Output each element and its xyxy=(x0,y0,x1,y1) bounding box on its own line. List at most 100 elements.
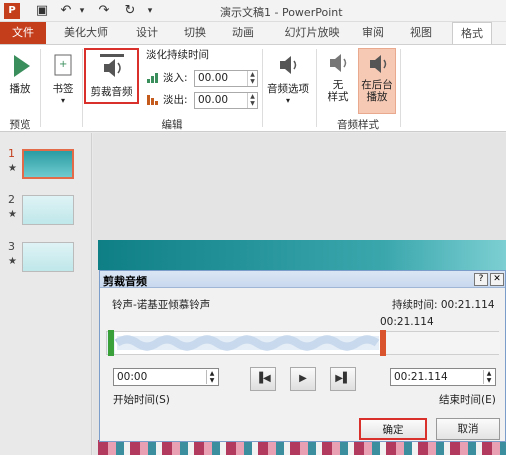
fade-in-icon xyxy=(147,73,158,83)
play-icon xyxy=(14,55,30,77)
slide-number: 2 xyxy=(8,193,15,206)
fade-out-spinner-icon[interactable]: ▲ ▼ xyxy=(247,93,257,108)
play-in-background-icon xyxy=(370,55,387,73)
audio-options-icon xyxy=(280,56,297,74)
trim-audio-dialog: 剪裁音频 ? ✕ 铃声-诺基亚倾慕铃声 持续时间: 00:21.114 00:2… xyxy=(99,270,506,442)
duration-label: 持续时间: 00:21.114 xyxy=(392,299,495,311)
previous-frame-button[interactable]: ▐◀ xyxy=(250,367,276,391)
audio-styles-group-label: 音频样式 xyxy=(337,119,379,131)
ribbon-tabs: 文件 美化大师 设计 切换 动画 幻灯片放映 审阅 视图 格式 xyxy=(0,22,506,45)
ok-button[interactable]: 确定 xyxy=(359,418,427,440)
audio-waveform[interactable] xyxy=(106,330,500,356)
bookmark-dropdown-icon: ▾ xyxy=(60,96,65,105)
cancel-button[interactable]: 取消 xyxy=(436,418,500,440)
audio-options-dropdown-icon: ▾ xyxy=(285,96,290,105)
save-icon[interactable]: ▣ xyxy=(34,3,50,19)
next-frame-button[interactable]: ▶▌ xyxy=(330,367,356,391)
svg-text:+: + xyxy=(59,59,67,70)
tab-format[interactable]: 格式 xyxy=(452,22,492,45)
slide-header-graphic xyxy=(98,240,506,270)
play-label: 播放 xyxy=(9,83,31,95)
waveform-graphic xyxy=(107,332,500,354)
slide-footer-graphic xyxy=(98,440,506,455)
no-style-button[interactable]: 无 样式 xyxy=(320,49,356,113)
end-time-label: 结束时间(E) xyxy=(439,394,496,406)
audio-options-button[interactable]: 音频选项 ▾ xyxy=(264,51,312,113)
slide-animation-icon: ★ xyxy=(8,209,17,220)
help-button[interactable]: ? xyxy=(474,273,488,286)
fade-in-spinner-icon[interactable]: ▲ ▼ xyxy=(247,71,257,86)
ribbon: 播放 预览 + 书签 ▾ 剪裁音频 淡化持续时间 淡入: 00.00 ▲ ▼ 淡出… xyxy=(0,44,506,132)
play-audio-button[interactable]: ▶ xyxy=(290,367,316,391)
fade-in-input[interactable]: 00.00 ▲ ▼ xyxy=(194,70,258,87)
window-title: 演示文稿1 - PowerPoint xyxy=(220,6,343,19)
slide-animation-icon: ★ xyxy=(8,256,17,267)
group-separator xyxy=(40,49,41,127)
close-button[interactable]: ✕ xyxy=(490,273,504,286)
tab-review[interactable]: 审阅 xyxy=(358,22,388,44)
end-time-spinner-icon[interactable]: ▲ ▼ xyxy=(483,370,494,384)
slide-number: 3 xyxy=(8,240,15,253)
fade-out-value: 00.00 xyxy=(198,94,229,106)
bookmark-button[interactable]: + 书签 ▾ xyxy=(46,51,80,113)
no-style-label: 无 样式 xyxy=(327,79,349,103)
start-time-label: 开始时间(S) xyxy=(113,394,170,406)
fade-in-value: 00.00 xyxy=(198,72,229,84)
fade-out-icon xyxy=(147,95,158,105)
end-marker-time: 00:21.114 xyxy=(380,316,434,328)
slide-thumbnails-panel: 1 ★ 2 ★ 3 ★ xyxy=(0,133,92,455)
no-style-icon xyxy=(330,54,347,72)
play-button[interactable] xyxy=(6,53,34,79)
tab-slideshow[interactable]: 幻灯片放映 xyxy=(280,22,344,44)
end-time-input[interactable]: 00:21.114 ▲ ▼ xyxy=(390,368,496,386)
slide-thumbnail[interactable] xyxy=(22,195,74,225)
trim-audio-label: 剪裁音频 xyxy=(90,86,133,98)
start-time-input[interactable]: 00:00 ▲ ▼ xyxy=(113,368,219,386)
start-trim-handle[interactable] xyxy=(108,330,114,356)
repeat-icon[interactable]: ↻ xyxy=(122,3,138,19)
group-separator xyxy=(262,49,263,127)
qat-customize-icon[interactable]: ▾ xyxy=(142,3,158,19)
fade-in-label: 淡入: xyxy=(163,72,188,84)
tab-transitions[interactable]: 切换 xyxy=(178,22,212,44)
fade-out-input[interactable]: 00.00 ▲ ▼ xyxy=(194,92,258,109)
group-separator xyxy=(82,49,83,127)
group-separator xyxy=(316,49,317,127)
undo-icon[interactable]: ↶ xyxy=(58,3,74,19)
undo-dropdown-icon[interactable]: ▾ xyxy=(74,3,90,19)
trim-audio-button[interactable]: 剪裁音频 xyxy=(84,48,139,104)
dialog-title: 剪裁音频 xyxy=(103,275,147,288)
bookmark-icon: + xyxy=(54,54,72,76)
title-bar: P ▣ ↶ ▾ ↷ ↻ ▾ 演示文稿1 - PowerPoint xyxy=(0,0,506,22)
dialog-title-bar: 剪裁音频 ? ✕ xyxy=(100,271,505,288)
slide-thumbnail[interactable] xyxy=(22,149,74,179)
play-in-background-button[interactable]: 在后台 播放 xyxy=(358,48,396,114)
previous-frame-icon: ▐◀ xyxy=(255,373,271,384)
group-separator xyxy=(400,49,401,127)
trim-audio-icon xyxy=(100,54,124,77)
play-icon: ▶ xyxy=(299,373,307,384)
audio-file-name: 铃声-诺基亚倾慕铃声 xyxy=(112,299,211,311)
edit-group-label: 编辑 xyxy=(161,119,183,131)
tab-meihua[interactable]: 美化大师 xyxy=(58,22,114,44)
start-time-spinner-icon[interactable]: ▲ ▼ xyxy=(206,370,217,384)
slide-number: 1 xyxy=(8,147,15,160)
bookmark-label: 书签 xyxy=(52,83,74,95)
audio-options-label: 音频选项 xyxy=(267,83,309,95)
slide-thumbnail[interactable] xyxy=(22,242,74,272)
preview-group-label: 预览 xyxy=(9,119,31,131)
tab-design[interactable]: 设计 xyxy=(130,22,164,44)
start-time-value: 00:00 xyxy=(117,371,148,383)
next-frame-icon: ▶▌ xyxy=(335,373,351,384)
fade-out-label: 淡出: xyxy=(163,94,188,106)
slide-animation-icon: ★ xyxy=(8,163,17,174)
play-in-background-label: 在后台 播放 xyxy=(361,79,393,103)
fade-duration-title: 淡化持续时间 xyxy=(146,49,209,61)
redo-icon[interactable]: ↷ xyxy=(96,3,112,19)
powerpoint-logo-icon: P xyxy=(4,3,20,19)
end-time-value: 00:21.114 xyxy=(394,371,448,383)
tab-view[interactable]: 视图 xyxy=(406,22,436,44)
tab-file[interactable]: 文件 xyxy=(0,22,46,44)
end-trim-handle[interactable] xyxy=(380,330,386,356)
tab-animations[interactable]: 动画 xyxy=(226,22,260,44)
